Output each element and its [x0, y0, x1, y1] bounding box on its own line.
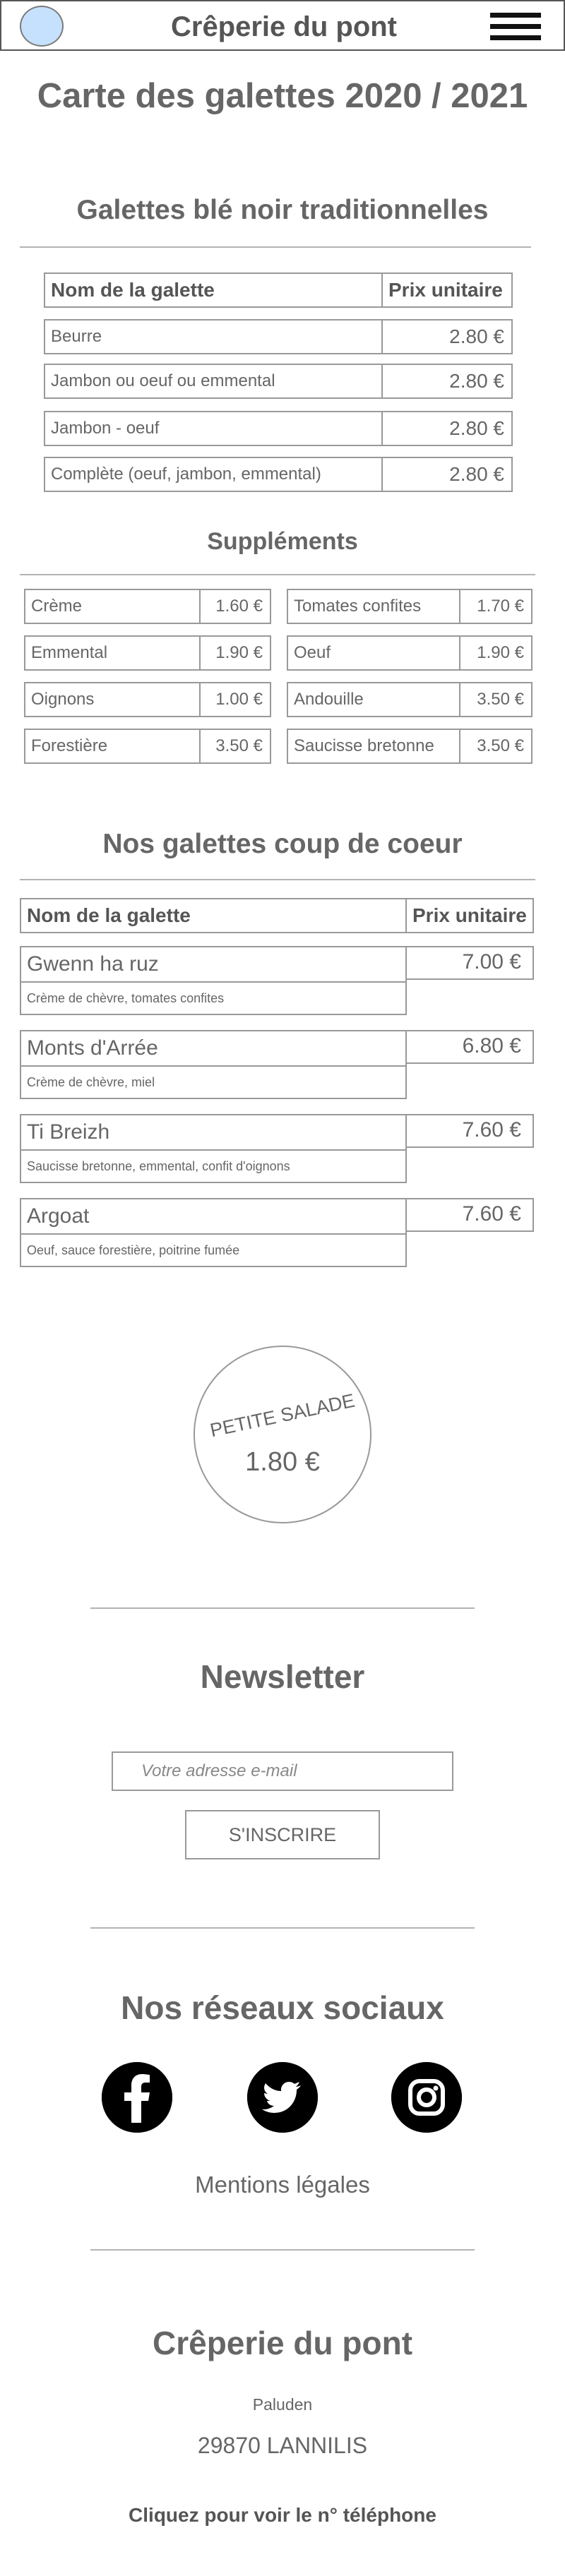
- divider: [90, 2249, 475, 2251]
- supplement-price: 3.50 €: [459, 682, 533, 717]
- header-bar: Crêperie du pont: [0, 0, 565, 51]
- phone-link[interactable]: Cliquez pour voir le n° téléphone: [0, 2504, 565, 2527]
- favorite-description: Crème de chèvre, tomates confites: [20, 981, 407, 1015]
- newsletter-title: Newsletter: [200, 1658, 365, 1695]
- favorite-name: Gwenn ha ruz: [20, 946, 407, 983]
- supplement-price: 1.00 €: [199, 682, 271, 717]
- divider: [90, 1927, 475, 1929]
- traditional-title: Galettes blé noir traditionnelles: [76, 195, 489, 225]
- divider: [20, 246, 531, 248]
- supplement-name: Saucisse bretonne: [287, 729, 460, 764]
- supplements-title: Suppléments: [207, 528, 358, 555]
- supplement-price: 3.50 €: [459, 729, 533, 764]
- social-title: Nos réseaux sociaux: [121, 1989, 444, 2026]
- supplement-name: Oignons: [24, 682, 201, 717]
- table-row-name: Jambon ou oeuf ou emmental: [44, 364, 383, 399]
- footer-town: Paluden: [252, 2395, 313, 2414]
- subscribe-button[interactable]: S'INSCRIRE: [185, 1810, 380, 1859]
- table-row-name: Jambon - oeuf: [44, 411, 383, 446]
- supplement-price: 1.60 €: [199, 589, 271, 624]
- favorite-description: Crème de chèvre, miel: [20, 1065, 407, 1099]
- footer-city: 29870 LANNILIS: [197, 2433, 368, 2458]
- divider: [20, 574, 535, 575]
- favorite-name: Ti Breizh: [20, 1114, 407, 1151]
- col-header-price: Prix unitaire: [405, 898, 534, 933]
- legal-link[interactable]: Mentions légales: [0, 2171, 565, 2198]
- footer-name: Crêperie du pont: [152, 2325, 413, 2361]
- favorites-title: Nos galettes coup de coeur: [102, 829, 463, 859]
- supplement-name: Tomates confites: [287, 589, 460, 624]
- col-header-price: Prix unitaire: [381, 272, 513, 308]
- favorite-description: Oeuf, sauce forestière, poitrine fumée: [20, 1233, 407, 1267]
- facebook-icon[interactable]: [102, 2062, 172, 2133]
- col-header-name: Nom de la galette: [44, 272, 383, 308]
- twitter-icon[interactable]: [247, 2062, 318, 2133]
- table-row-price: 2.80 €: [381, 364, 513, 399]
- supplement-name: Crème: [24, 589, 201, 624]
- favorite-price: 7.00 €: [405, 946, 534, 980]
- favorite-name: Monts d'Arrée: [20, 1030, 407, 1067]
- table-row-name: Beurre: [44, 319, 383, 354]
- menu-icon[interactable]: [490, 13, 541, 41]
- supplement-name: Forestière: [24, 729, 201, 764]
- supplement-name: Oeuf: [287, 635, 460, 671]
- table-row-price: 2.80 €: [381, 319, 513, 354]
- favorite-name: Argoat: [20, 1198, 407, 1235]
- divider: [20, 879, 535, 880]
- supplement-name: Emmental: [24, 635, 201, 671]
- header-title: Crêperie du pont: [170, 11, 398, 42]
- col-header-name: Nom de la galette: [20, 898, 407, 933]
- supplement-price: 1.70 €: [459, 589, 533, 624]
- instagram-icon[interactable]: [391, 2062, 462, 2133]
- table-row-name: Complète (oeuf, jambon, emmental): [44, 457, 383, 492]
- page-title: Carte des galettes 2020 / 2021: [37, 77, 528, 115]
- favorite-description: Saucisse bretonne, emmental, confit d'oi…: [20, 1149, 407, 1183]
- supplement-price: 3.50 €: [199, 729, 271, 764]
- favorite-price: 6.80 €: [405, 1030, 534, 1064]
- table-row-price: 2.80 €: [381, 457, 513, 492]
- supplement-price: 1.90 €: [199, 635, 271, 671]
- supplement-price: 1.90 €: [459, 635, 533, 671]
- email-input[interactable]: Votre adresse e-mail: [112, 1751, 453, 1791]
- favorite-price: 7.60 €: [405, 1114, 534, 1148]
- supplement-name: Andouille: [287, 682, 460, 717]
- table-row-price: 2.80 €: [381, 411, 513, 446]
- favorite-price: 7.60 €: [405, 1198, 534, 1232]
- divider: [90, 1607, 475, 1609]
- salad-price: 1.80 €: [245, 1447, 320, 1477]
